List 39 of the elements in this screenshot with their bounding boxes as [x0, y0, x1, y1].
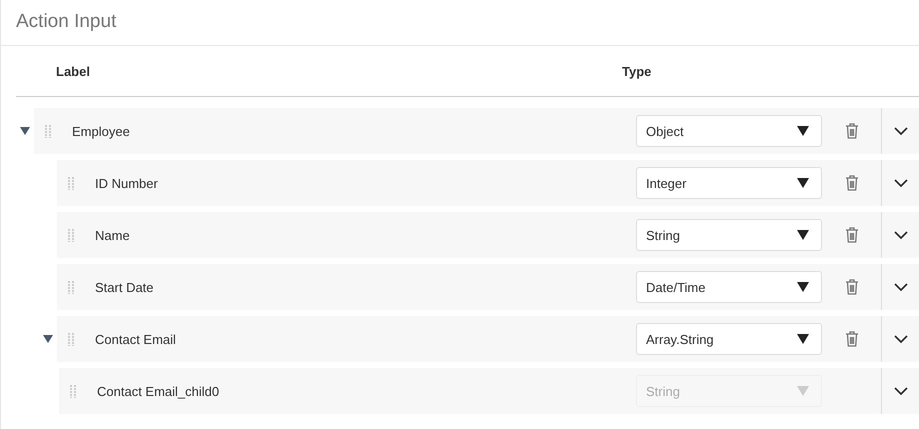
field-label: Start Date	[95, 280, 155, 294]
caret-icon	[797, 230, 809, 240]
caret-icon	[797, 282, 809, 292]
field-label: Employee	[72, 124, 131, 138]
type-dropdown[interactable]: Date/Time	[636, 271, 822, 303]
collapse-toggle-icon[interactable]	[43, 335, 53, 343]
chevron-down-icon	[894, 126, 908, 136]
column-header: Label	[56, 64, 91, 78]
drag-handle-icon[interactable]	[44, 124, 52, 138]
caret-icon	[797, 334, 809, 344]
drag-handle-icon[interactable]	[69, 384, 77, 398]
drag-handle-icon[interactable]	[67, 228, 75, 242]
drag-handle-icon[interactable]	[67, 280, 75, 294]
field-label: Name	[95, 228, 131, 242]
drag-handle-icon[interactable]	[67, 176, 75, 190]
collapse-toggle-icon[interactable]	[20, 127, 30, 135]
field-label: Contact Email	[95, 332, 177, 346]
field-label: Contact Email_child0	[97, 384, 220, 398]
chevron-down-icon	[894, 282, 908, 292]
column-header: Type	[622, 64, 652, 78]
drag-handle-icon[interactable]	[67, 332, 75, 346]
caret-icon	[797, 178, 809, 188]
trash-icon[interactable]	[844, 123, 858, 139]
type-dropdown[interactable]: String	[636, 219, 822, 251]
trash-icon[interactable]	[844, 227, 858, 243]
type-dropdown[interactable]: Object	[636, 115, 822, 147]
panel-title: Action Input	[1, 0, 919, 46]
chevron-down-icon	[894, 230, 908, 240]
field-label: ID Number	[95, 176, 159, 190]
trash-icon[interactable]	[844, 175, 858, 191]
type-dropdown[interactable]: Array.String	[636, 323, 822, 355]
type-dropdown[interactable]: Integer	[636, 167, 822, 199]
trash-icon[interactable]	[844, 279, 858, 295]
caret-icon	[797, 126, 809, 136]
caret-icon	[797, 386, 809, 396]
trash-icon[interactable]	[844, 331, 858, 347]
chevron-down-icon	[894, 386, 908, 396]
chevron-down-icon	[894, 178, 908, 188]
chevron-down-icon	[894, 334, 908, 344]
